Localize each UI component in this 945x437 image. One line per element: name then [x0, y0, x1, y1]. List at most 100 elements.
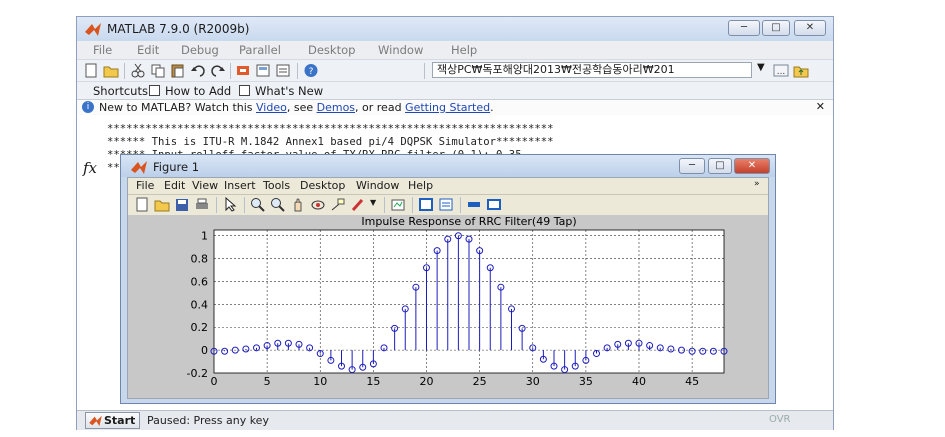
svg-text:?: ? [309, 67, 314, 77]
shortcut-icon [149, 85, 160, 96]
new-file-icon[interactable] [83, 63, 99, 78]
x-tick-label: 15 [366, 375, 380, 388]
x-tick-label: 0 [211, 375, 218, 388]
fig-menu-tools[interactable]: Tools [263, 179, 290, 192]
cut-icon[interactable] [130, 63, 146, 78]
minimize-button[interactable]: ─ [728, 20, 760, 36]
redo-icon[interactable] [210, 63, 226, 78]
brush-icon[interactable] [350, 197, 366, 212]
main-menu-bar: File Edit Debug Parallel Desktop Window … [77, 41, 833, 59]
y-tick-label: 0.8 [191, 253, 209, 266]
menu-parallel[interactable]: Parallel [239, 43, 281, 57]
figure-maximize-button[interactable]: □ [708, 158, 732, 174]
video-link[interactable]: Video [256, 101, 287, 114]
zoom-in-icon[interactable] [250, 197, 266, 212]
copy-icon[interactable] [150, 63, 166, 78]
menu-debug[interactable]: Debug [181, 43, 219, 57]
demos-link[interactable]: Demos [317, 101, 355, 114]
profiler-icon[interactable] [275, 63, 291, 78]
zoom-out-icon[interactable] [270, 197, 286, 212]
x-tick-label: 5 [264, 375, 271, 388]
undo-icon[interactable] [190, 63, 206, 78]
hide-plot-tools-icon[interactable] [466, 197, 482, 212]
colorbar-icon[interactable] [418, 197, 434, 212]
parent-folder-icon[interactable] [793, 63, 809, 78]
figure-title-bar: Figure 1 ─ □ ✕ [121, 155, 775, 177]
y-tick-label: 0.2 [191, 321, 209, 334]
print-icon[interactable] [194, 197, 210, 212]
pan-icon[interactable] [290, 197, 306, 212]
info-icon: i [82, 101, 94, 113]
link-plot-icon[interactable] [390, 197, 406, 212]
guide-icon[interactable] [255, 63, 271, 78]
maximize-button[interactable]: □ [762, 20, 790, 36]
close-info-icon[interactable]: ✕ [816, 100, 825, 113]
menu-help[interactable]: Help [451, 43, 477, 57]
fig-menu-file[interactable]: File [136, 179, 154, 192]
folder-dropdown-icon[interactable]: ▼ [757, 62, 769, 78]
y-tick-label: 0.6 [191, 275, 209, 288]
x-tick-label: 40 [632, 375, 646, 388]
command-line: ****** This is ITU-R M.1842 Annex1 based… [107, 136, 554, 148]
figure-window: Figure 1 ─ □ ✕ File Edit View Insert Too… [120, 154, 776, 404]
figure-minimize-button[interactable]: ─ [679, 158, 705, 174]
save-icon[interactable] [174, 197, 190, 212]
brush-dropdown-icon[interactable]: ▼ [370, 198, 376, 207]
data-cursor-icon[interactable] [330, 197, 346, 212]
figure-title: Figure 1 [153, 160, 200, 174]
shortcuts-label: Shortcuts [93, 84, 148, 98]
browse-folder-icon[interactable]: ... [773, 63, 789, 78]
fig-menu-view[interactable]: View [192, 179, 218, 192]
menu-edit[interactable]: Edit [137, 43, 159, 57]
new-figure-icon[interactable] [134, 197, 150, 212]
open-folder-icon[interactable] [103, 63, 119, 78]
fig-menu-edit[interactable]: Edit [164, 179, 185, 192]
getting-started-link[interactable]: Getting Started [405, 101, 490, 114]
shortcut-how-to-add[interactable]: How to Add [165, 84, 231, 98]
legend-icon[interactable] [438, 197, 454, 212]
fig-menu-window[interactable]: Window [356, 179, 399, 192]
x-tick-label: 20 [420, 375, 434, 388]
fig-menu-desktop[interactable]: Desktop [300, 179, 345, 192]
figure-logo-icon [131, 161, 147, 174]
fig-menu-insert[interactable]: Insert [224, 179, 256, 192]
show-plot-tools-icon[interactable] [486, 197, 502, 212]
help-icon[interactable]: ? [303, 63, 319, 78]
shortcuts-bar: Shortcuts How to Add What's New [77, 81, 833, 100]
main-title-bar: MATLAB 7.9.0 (R2009b) ─ □ ✕ [77, 17, 833, 41]
open-file-icon[interactable] [154, 197, 170, 212]
x-tick-label: 25 [473, 375, 487, 388]
rrc-impulse-chart[interactable]: Impulse Response of RRC Filter(49 Tap) 0 5… [128, 215, 768, 398]
menu-file[interactable]: File [93, 43, 112, 57]
main-window-title: MATLAB 7.9.0 (R2009b) [107, 22, 250, 36]
figure-toolbar: ▼ [128, 194, 768, 216]
command-line: ****************************************… [107, 123, 554, 135]
close-button[interactable]: ✕ [794, 20, 826, 36]
status-text: Paused: Press any key [147, 414, 269, 427]
figure-client: File Edit View Insert Tools Desktop Wind… [127, 177, 769, 399]
rotate-3d-icon[interactable] [310, 197, 326, 212]
chart-title: Impulse Response of RRC Filter(49 Tap) [361, 215, 576, 228]
pointer-icon[interactable] [222, 197, 238, 212]
fx-icon[interactable]: fx [83, 159, 97, 177]
x-tick-label: 30 [526, 375, 540, 388]
menu-dock-icon[interactable]: » [754, 179, 760, 189]
shortcut-whats-new[interactable]: What's New [255, 84, 323, 98]
menu-window[interactable]: Window [378, 43, 423, 57]
paste-icon[interactable] [170, 63, 186, 78]
menu-desktop[interactable]: Desktop [308, 43, 355, 57]
current-folder-field[interactable]: 잭상PC₩독포해양대2013₩전공학습동아리₩201 [432, 62, 752, 78]
info-text: New to MATLAB? Watch this Video, see Dem… [99, 101, 494, 114]
x-tick-label: 45 [685, 375, 699, 388]
y-tick-label: 0 [201, 344, 208, 357]
svg-text:...: ... [777, 67, 786, 77]
y-tick-label: 1 [201, 230, 208, 243]
y-tick-label: 0.4 [191, 298, 209, 311]
figure-close-button[interactable]: ✕ [734, 158, 770, 174]
ovr-indicator: OVR [769, 414, 791, 425]
start-button[interactable]: Start [85, 412, 141, 429]
fig-menu-help[interactable]: Help [408, 179, 433, 192]
x-tick-label: 10 [313, 375, 327, 388]
simulink-icon[interactable] [235, 63, 251, 78]
status-bar: Start Paused: Press any key OVR [77, 410, 833, 430]
